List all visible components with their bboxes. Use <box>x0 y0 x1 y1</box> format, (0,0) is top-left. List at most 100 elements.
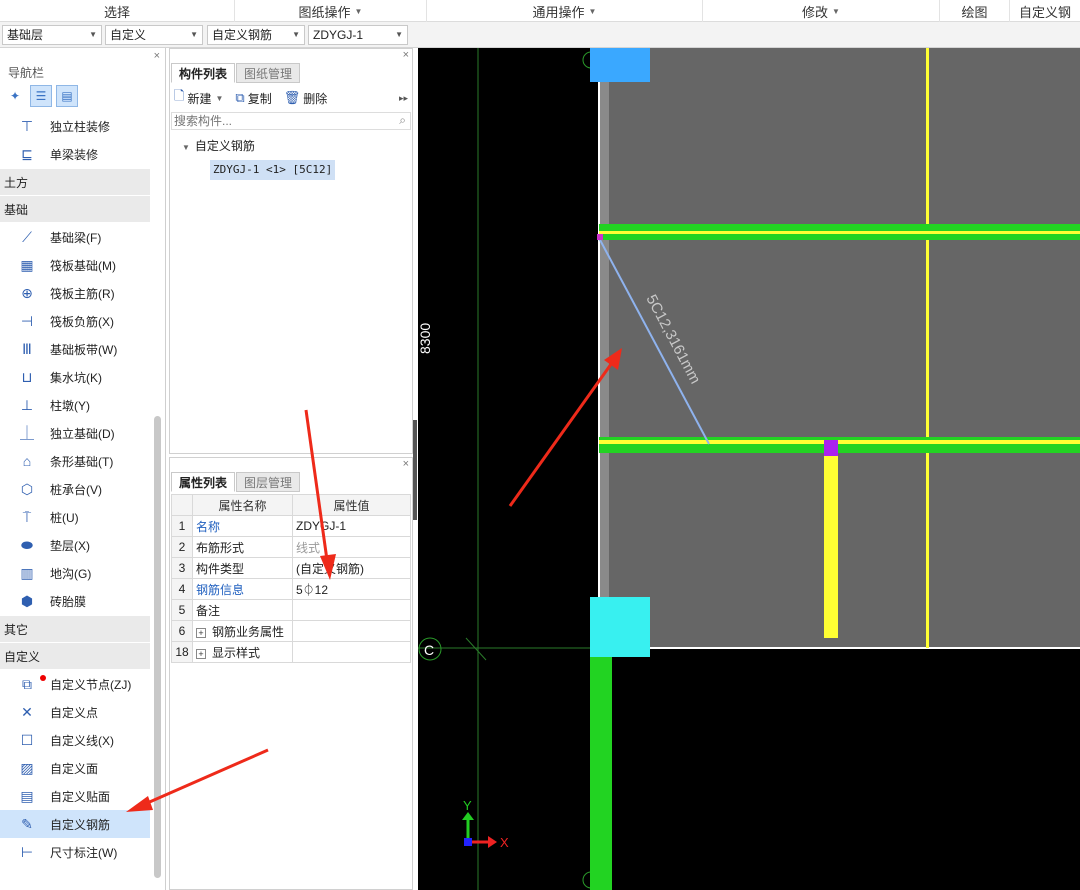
nav-item-foundation-strip[interactable]: Ⅲ 基础板带(W) <box>0 335 150 363</box>
nav-item-custom-rebar[interactable]: ✎ 自定义钢筋 <box>0 810 150 838</box>
trash-icon: 🗑 <box>283 90 301 105</box>
nav-item-label: 集水坑(K) <box>50 370 102 385</box>
property-value[interactable] <box>292 599 411 621</box>
axis-x-label: X <box>500 835 509 850</box>
property-panel: × 属性列表 图层管理 属性名称 属性值 1 名称 ZDYGJ-1 2 布筋形式… <box>169 457 413 890</box>
tab-layer-manage[interactable]: 图层管理 <box>236 472 301 492</box>
nav-item-pile[interactable]: ⍑ 桩(U) <box>0 503 150 531</box>
delete-button[interactable]: 🗑 删除 <box>284 90 328 107</box>
row-num: 4 <box>171 578 193 600</box>
pin-icon[interactable]: ✦ <box>4 85 26 107</box>
type-select[interactable]: 自定义钢筋 ▼ <box>207 25 305 45</box>
more-icon[interactable]: ▸▸ <box>399 93 408 104</box>
origin-marker <box>464 838 472 846</box>
property-value[interactable]: ZDYGJ-1 <box>292 515 411 537</box>
expand-icon[interactable]: ▼ <box>182 143 190 152</box>
nav-item-raft[interactable]: ▦ 筏板基础(M) <box>0 251 150 279</box>
table-row[interactable]: 3 构件类型 (自定义钢筋) <box>171 557 411 579</box>
ribbon-drawing-ops[interactable]: 图纸操作 ▼ <box>235 0 427 22</box>
tree-leaf-selected[interactable]: ZDYGJ-1 <1> [5C12] <box>210 160 336 180</box>
ribbon-custom-rebar[interactable]: 自定义钢 <box>1010 0 1080 22</box>
tree-root[interactable]: ▼ 自定义钢筋 <box>182 137 255 154</box>
table-row[interactable]: 5 备注 <box>171 599 411 621</box>
panel-splitter[interactable] <box>413 420 417 520</box>
search-icon[interactable]: ⌕ <box>399 113 406 128</box>
property-name: 名称 <box>192 515 293 537</box>
ribbon-custom-rebar-label: 自定义钢 <box>1018 4 1071 20</box>
property-name[interactable]: + 显示样式 <box>192 641 293 663</box>
chevron-down-icon: ▼ <box>588 6 597 16</box>
nav-item-custom-point[interactable]: ✕ 自定义点 <box>0 698 150 726</box>
cube-icon: ⬢ <box>20 592 34 609</box>
green-beam-vertical[interactable] <box>590 648 612 890</box>
nav-item-brick-mold[interactable]: ⬢ 砖胎膜 <box>0 587 150 615</box>
copy-button[interactable]: ⧉ 复制 <box>235 90 271 107</box>
table-row[interactable]: 1 名称 ZDYGJ-1 <box>171 515 411 537</box>
ribbon-modify[interactable]: 修改 ▼ <box>703 0 940 22</box>
nav-item-isolated-footing[interactable]: ⏊ 独立基础(D) <box>0 419 150 447</box>
close-icon[interactable]: × <box>403 458 409 470</box>
nav-item-cushion[interactable]: ⬬ 垫层(X) <box>0 531 150 559</box>
close-icon[interactable]: × <box>154 50 160 62</box>
expand-plus-icon[interactable]: + <box>196 648 206 659</box>
column-cap-bottom[interactable] <box>590 597 650 657</box>
drawing-canvas[interactable]: C 8300 5C12,3161mm Y X <box>418 48 1080 890</box>
nav-list: ⊤ 独立柱装修 ⊑ 单梁装修 土方 基础 ⟋ 基础梁(F) ▦ 筏板基础(M) ⊕ 筏板主… <box>0 112 150 866</box>
ribbon-general-ops[interactable]: 通用操作 ▼ <box>427 0 703 22</box>
nav-item-custom-veneer[interactable]: ▤ 自定义贴面 <box>0 782 150 810</box>
nav-category-custom[interactable]: 自定义 <box>0 643 150 669</box>
nav-item-foundation-beam[interactable]: ⟋ 基础梁(F) <box>0 223 150 251</box>
nav-item-raft-neg-rebar[interactable]: ⊣ 筏板负筋(X) <box>0 307 150 335</box>
table-row[interactable]: 2 布筋形式 线式 <box>171 536 411 558</box>
nav-item-custom-line[interactable]: ☐ 自定义线(X) <box>0 726 150 754</box>
nav-category-earthwork[interactable]: 土方 <box>0 169 150 195</box>
table-row[interactable]: 18 + 显示样式 <box>171 641 411 663</box>
nav-item-custom-node[interactable]: ⧉ 自定义节点(ZJ) <box>0 670 150 698</box>
nav-scrollbar[interactable] <box>154 416 161 878</box>
nav-category-foundation[interactable]: 基础 <box>0 196 150 222</box>
nav-item-pile-cap[interactable]: ⬡ 桩承台(V) <box>0 475 150 503</box>
nav-item-raft-main-rebar[interactable]: ⊕ 筏板主筋(R) <box>0 279 150 307</box>
axis-y-label: Y <box>463 798 472 813</box>
magenta-node[interactable] <box>824 440 838 456</box>
new-button[interactable]: 🗋 新建 ▼ <box>174 87 223 109</box>
nav-item-dimension[interactable]: ⊢ 尺寸标注(W) <box>0 838 150 866</box>
tab-component-list[interactable]: 构件列表 <box>171 63 236 83</box>
component-search-input[interactable] <box>171 112 411 130</box>
yellow-beam-vertical[interactable] <box>926 48 929 648</box>
tab-drawing-manage[interactable]: 图纸管理 <box>236 63 301 83</box>
nav-item-label: 自定义节点(ZJ) <box>50 677 132 692</box>
canvas-svg[interactable]: C 8300 5C12,3161mm Y X <box>418 48 1080 890</box>
rebar-endpoint[interactable] <box>597 234 603 240</box>
table-row[interactable]: 4 钢筋信息 5⏀12 <box>171 578 411 600</box>
component-select[interactable]: ZDYGJ-1 ▼ <box>308 25 408 45</box>
nav-item-sump[interactable]: ⊔ 集水坑(K) <box>0 363 150 391</box>
tab-property-list[interactable]: 属性列表 <box>171 472 236 492</box>
component-select-value: ZDYGJ-1 <box>313 28 364 42</box>
ribbon-draw[interactable]: 绘图 <box>940 0 1010 22</box>
nav-item-column-decor[interactable]: ⊤ 独立柱装修 <box>0 112 150 140</box>
list-view-icon[interactable]: ☰ <box>30 85 52 107</box>
nav-item-pier[interactable]: ⊥ 柱墩(Y) <box>0 391 150 419</box>
floor-select[interactable]: 基础层 ▼ <box>2 25 102 45</box>
category-select[interactable]: 自定义 ▼ <box>105 25 203 45</box>
column-cap-top[interactable] <box>590 48 650 82</box>
row-num: 5 <box>171 599 193 621</box>
rebar-main-icon: ⊕ <box>21 284 33 301</box>
green-beam-lower[interactable] <box>599 437 1080 453</box>
nav-item-beam-decor[interactable]: ⊑ 单梁装修 <box>0 140 150 168</box>
ribbon-select[interactable]: 选择 <box>0 0 235 22</box>
yellow-column[interactable] <box>824 441 838 638</box>
expand-plus-icon[interactable]: + <box>196 627 206 638</box>
nav-item-trench[interactable]: ▥ 地沟(G) <box>0 559 150 587</box>
property-value[interactable]: 5⏀12 <box>292 578 411 600</box>
property-value <box>292 641 411 663</box>
detail-view-icon[interactable]: ▤ <box>56 85 78 107</box>
table-row[interactable]: 6 + 钢筋业务属性 <box>171 620 411 642</box>
component-panel: × 构件列表 图纸管理 🗋新建▼ ⧉复制 🗑删除 ▸▸ ⌕ ▼自定义钢筋 ZDY… <box>169 48 413 454</box>
property-name[interactable]: + 钢筋业务属性 <box>192 620 293 642</box>
nav-item-custom-face[interactable]: ▨ 自定义面 <box>0 754 150 782</box>
close-icon[interactable]: × <box>403 49 409 61</box>
nav-item-strip-footing[interactable]: ⌂ 条形基础(T) <box>0 447 150 475</box>
nav-category-other[interactable]: 其它 <box>0 616 150 642</box>
